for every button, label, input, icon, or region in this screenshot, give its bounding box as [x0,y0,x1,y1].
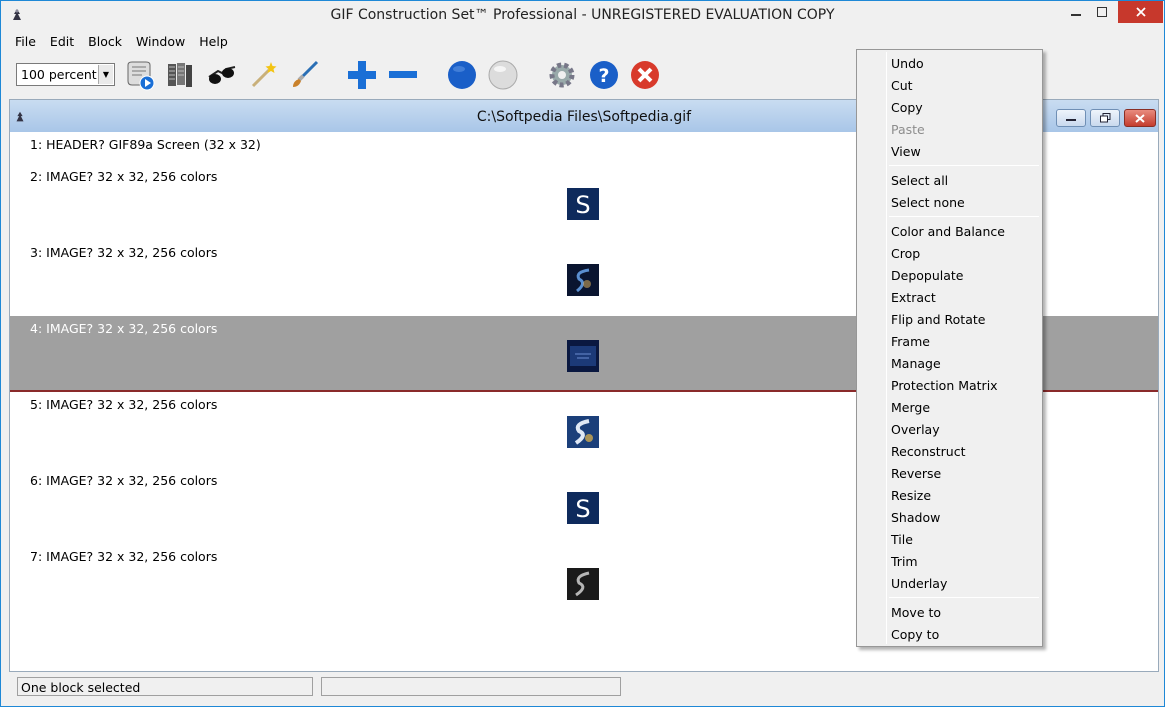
status-text: One block selected [17,677,313,696]
context-menu-item-paste: Paste [891,122,925,137]
context-menu-item-trim[interactable]: Trim [859,550,1040,572]
minimize-icon [1066,119,1076,121]
gear-icon[interactable] [546,59,578,91]
frame-thumbnail[interactable] [567,340,599,372]
block-label: 5: IMAGE? 32 x 32, 256 colors [30,397,218,412]
app-window: GIF Construction Set™ Professional - UNR… [0,0,1165,707]
context-menu-item-color-and-balance[interactable]: Color and Balance [859,220,1040,242]
context-menu-item-shadow[interactable]: Shadow [859,506,1040,528]
context-menu-item-view[interactable]: View [859,140,1040,162]
stop-icon[interactable] [629,59,661,91]
context-menu-item-manage[interactable]: Manage [859,352,1040,374]
context-menu-item-select-all[interactable]: Select all [859,169,1040,191]
context-menu-item-cut[interactable]: Cut [859,74,1040,96]
context-menu-item-resize[interactable]: Resize [859,484,1040,506]
document-close-button[interactable] [1124,109,1156,127]
frame-thumbnail[interactable]: S [567,492,599,524]
context-menu-item-crop[interactable]: Crop [859,242,1040,264]
minimize-button[interactable] [1061,1,1091,23]
remove-block-icon[interactable] [387,59,419,91]
restore-icon [1099,113,1110,123]
menu-separator [889,165,1039,166]
block-label: 2: IMAGE? 32 x 32, 256 colors [30,169,218,184]
add-block-icon[interactable] [346,59,378,91]
context-menu-item-merge[interactable]: Merge [859,396,1040,418]
block-label: 7: IMAGE? 32 x 32, 256 colors [30,549,218,564]
context-menu-item-frame[interactable]: Frame [859,330,1040,352]
status-secondary [321,677,621,696]
animation-wizard-icon[interactable] [124,59,156,91]
context-menu-item-flip-and-rotate[interactable]: Flip and Rotate [859,308,1040,330]
dropdown-arrow-icon[interactable]: ▼ [98,65,113,84]
document-minimize-button[interactable] [1056,109,1086,127]
menu-separator [889,597,1039,598]
context-menu-item-undo[interactable]: Undo [859,52,1040,74]
menu-help[interactable]: Help [192,32,235,52]
minimize-icon [1071,14,1081,16]
document-restore-button[interactable] [1090,109,1120,127]
close-button[interactable] [1118,1,1163,23]
menu-separator [889,216,1039,217]
frame-thumbnail[interactable] [567,568,599,600]
menu-edit[interactable]: Edit [43,32,81,52]
magic-wand-icon[interactable] [247,59,279,91]
zoom-value: 100 percent [21,67,97,82]
block-label: 6: IMAGE? 32 x 32, 256 colors [30,473,218,488]
zoom-select[interactable]: 100 percent ▼ [16,63,115,86]
context-menu-item-copy-to[interactable]: Copy to [859,623,1040,645]
svg-text:S: S [575,191,590,219]
help-icon[interactable]: ? [588,59,620,91]
frame-thumbnail[interactable] [567,416,599,448]
block-label: 3: IMAGE? 32 x 32, 256 colors [30,245,218,260]
context-menu-item-select-none[interactable]: Select none [859,191,1040,213]
context-menu-item-tile[interactable]: Tile [859,528,1040,550]
context-menu-item-extract[interactable]: Extract [859,286,1040,308]
frame-thumbnail[interactable]: S [567,188,599,220]
menu-file[interactable]: File [8,32,43,52]
title-bar: GIF Construction Set™ Professional - UNR… [1,1,1164,31]
close-icon [1135,113,1145,123]
block-label: 1: HEADER? GIF89a Screen (32 x 32) [30,137,261,152]
menu-block[interactable]: Block [81,32,129,52]
gray-circle-icon[interactable] [487,59,519,91]
menu-bar: File Edit Block Window Help [1,32,235,52]
filmstrip-icon[interactable] [164,59,196,91]
context-menu-item-move-to[interactable]: Move to [859,601,1040,623]
context-menu-item-overlay[interactable]: Overlay [859,418,1040,440]
menu-window[interactable]: Window [129,32,192,52]
window-title: GIF Construction Set™ Professional - UNR… [330,7,835,23]
paintbrush-icon[interactable] [289,59,321,91]
frame-thumbnail[interactable] [567,264,599,296]
maximize-button[interactable] [1089,1,1115,23]
sunglasses-icon[interactable] [206,59,238,91]
context-menu-item-copy[interactable]: Copy [859,96,1040,118]
svg-text:?: ? [598,65,609,87]
close-icon [1135,7,1146,17]
context-menu-item-reconstruct[interactable]: Reconstruct [859,440,1040,462]
context-menu-item-underlay[interactable]: Underlay [859,572,1040,594]
context-menu-item-reverse[interactable]: Reverse [859,462,1040,484]
maximize-icon [1097,7,1107,17]
blue-circle-icon[interactable] [446,59,478,91]
block-label: 4: IMAGE? 32 x 32, 256 colors [30,321,218,336]
context-menu-item-depopulate[interactable]: Depopulate [859,264,1040,286]
status-bar: One block selected [9,673,1159,703]
context-menu: Undo Cut Copy Paste View Select all Select non… [856,49,1043,647]
svg-text:S: S [575,495,590,523]
context-menu-item-protection-matrix[interactable]: Protection Matrix [859,374,1040,396]
